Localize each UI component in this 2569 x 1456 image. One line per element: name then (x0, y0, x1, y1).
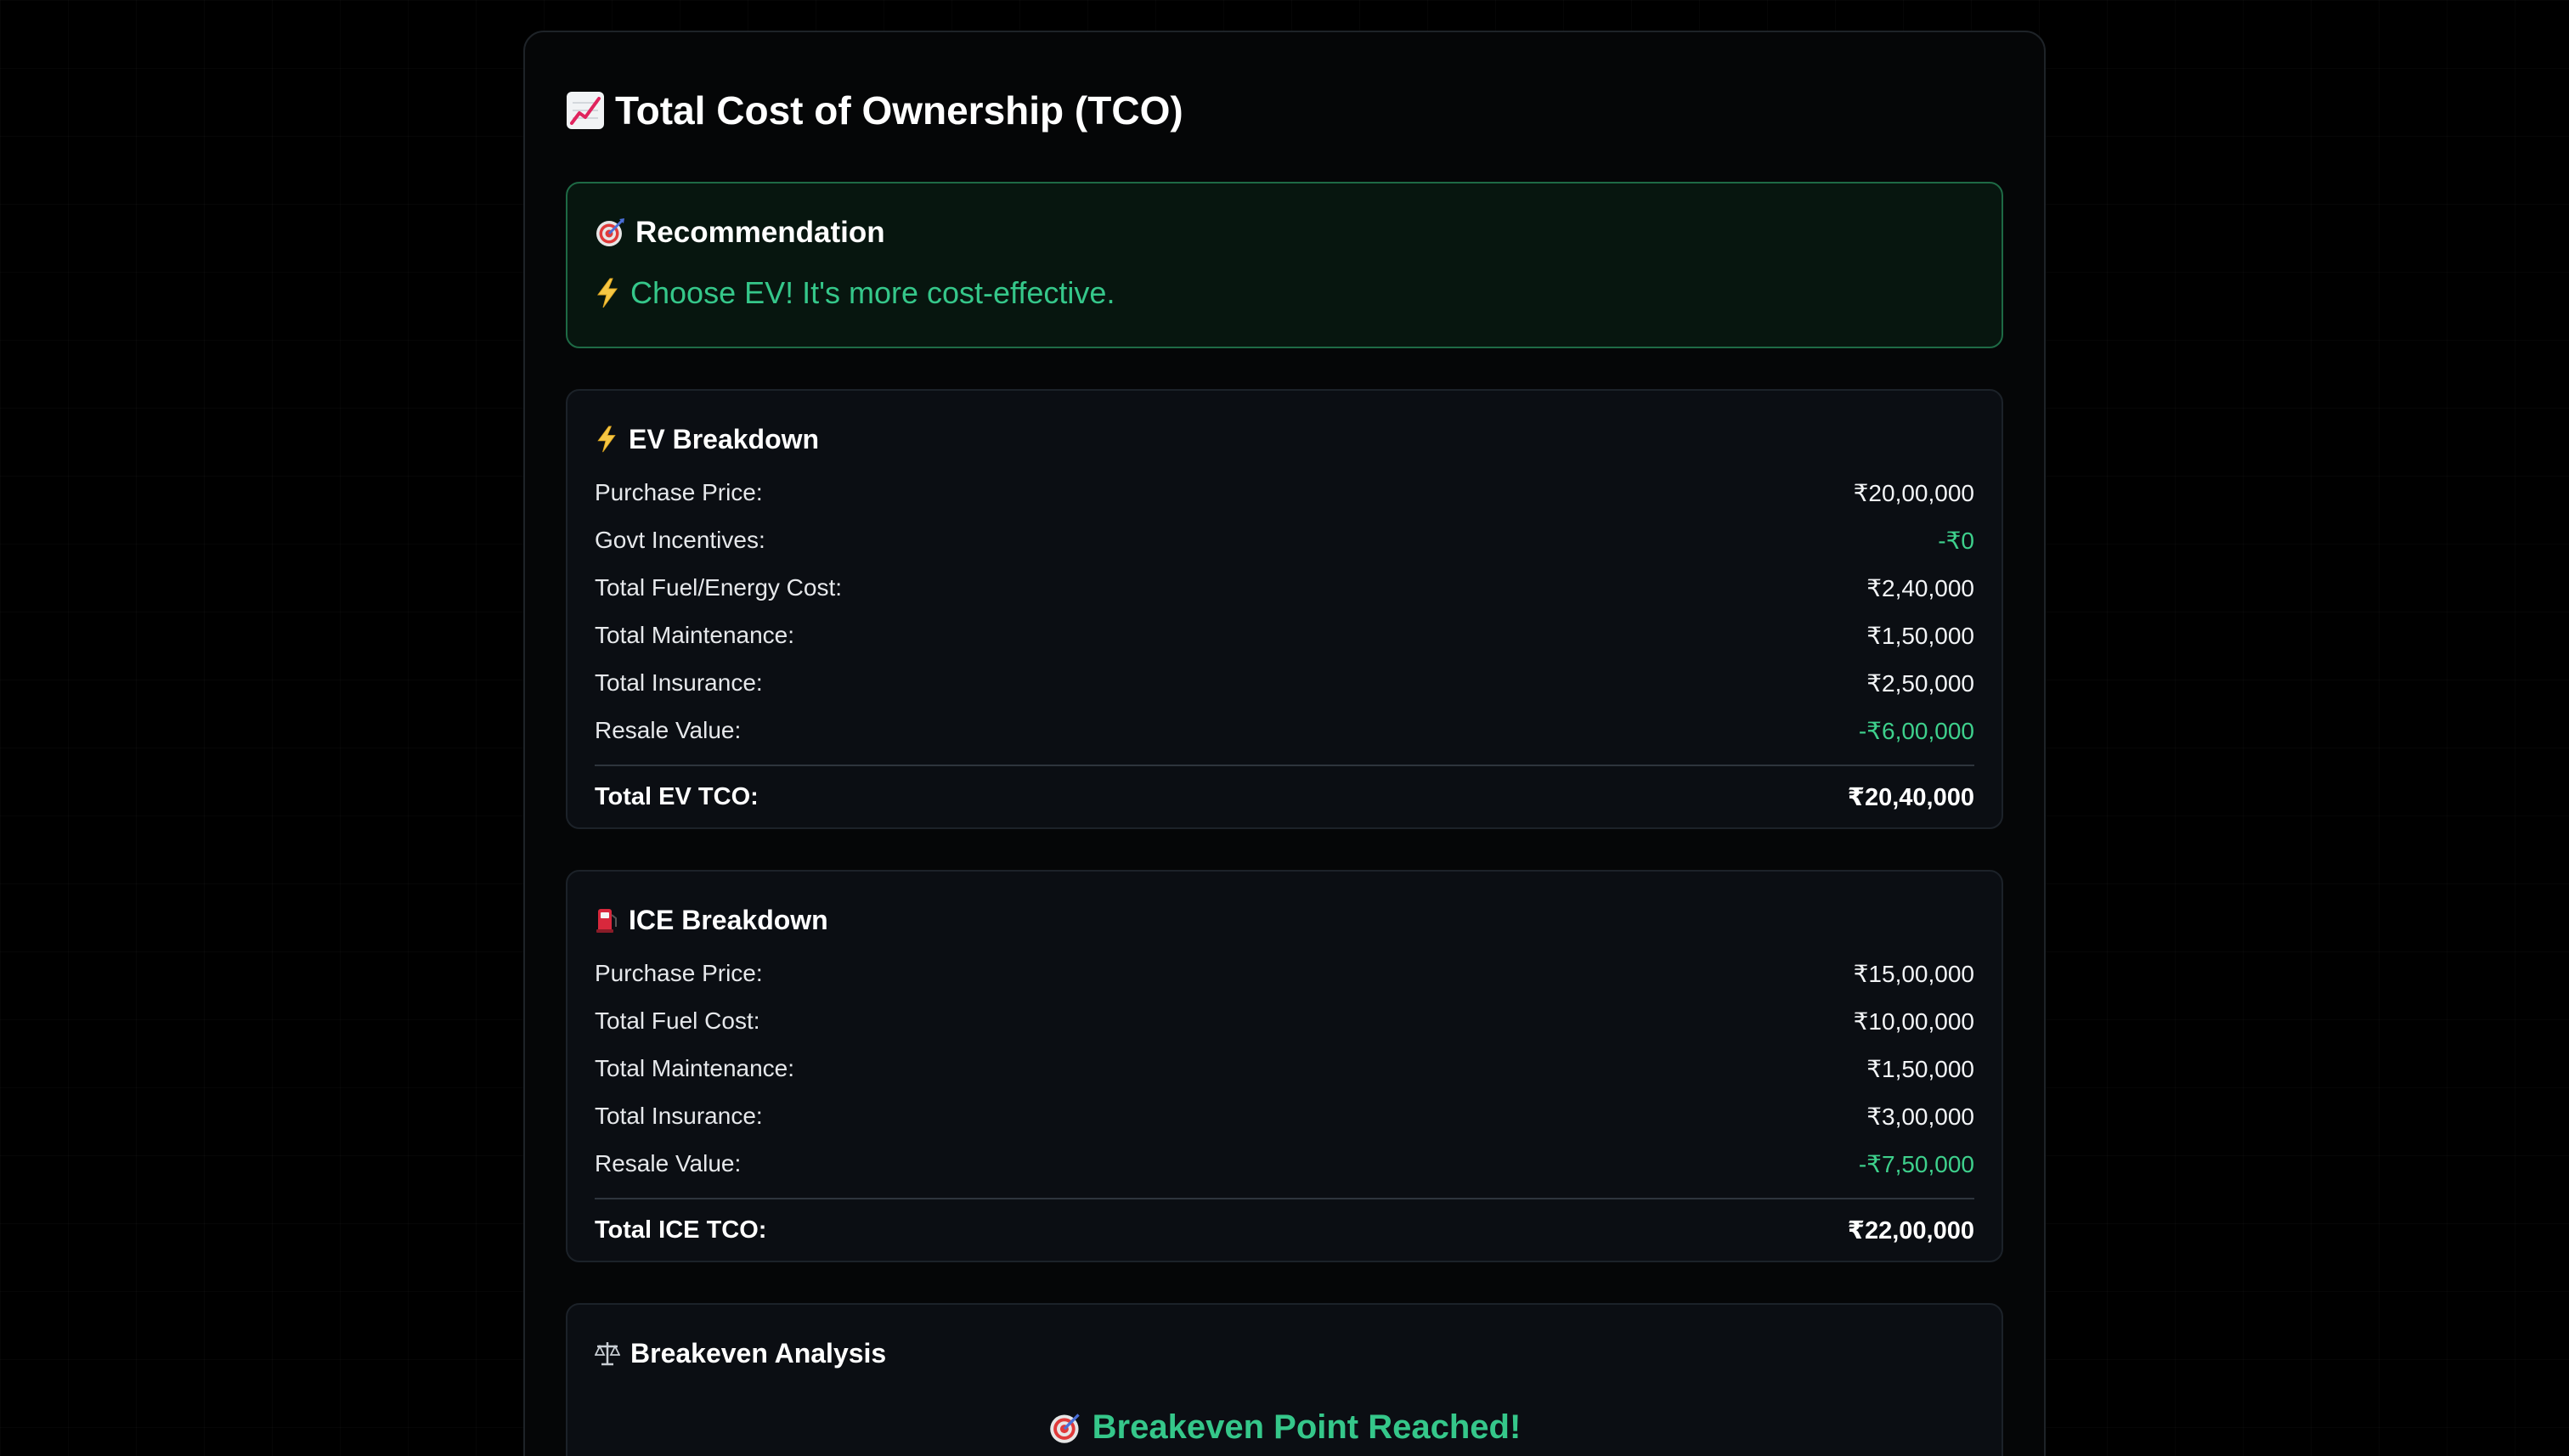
recommendation-panel: Recommendation Choose EV! It's more cost… (566, 182, 2003, 348)
ev-row-resale-value: Resale Value: -₹6,00,000 (595, 707, 1974, 754)
row-label: Total Insurance: (595, 1103, 763, 1129)
breakeven-message-text: Breakeven Point Reached! (1092, 1408, 1522, 1446)
ev-row-insurance: Total Insurance: ₹2,50,000 (595, 659, 1974, 707)
ice-row-insurance: Total Insurance: ₹3,00,000 (595, 1092, 1974, 1140)
row-label: Total Fuel Cost: (595, 1007, 760, 1034)
ev-row-maintenance: Total Maintenance: ₹1,50,000 (595, 612, 1974, 659)
recommendation-message: Choose EV! It's more cost-effective. (595, 272, 1974, 314)
row-value: ₹2,50,000 (1866, 669, 1974, 697)
ice-breakdown-section: ICE Breakdown Purchase Price: ₹15,00,000… (566, 870, 2003, 1262)
ev-rows: Purchase Price: ₹20,00,000 Govt Incentiv… (595, 469, 1974, 754)
row-label: Purchase Price: (595, 960, 763, 986)
row-label: Resale Value: (595, 1150, 742, 1177)
ice-row-purchase-price: Purchase Price: ₹15,00,000 (595, 950, 1974, 997)
recommendation-message-text: Choose EV! It's more cost-effective. (630, 275, 1115, 310)
ev-row-purchase-price: Purchase Price: ₹20,00,000 (595, 469, 1974, 516)
row-value: ₹2,40,000 (1866, 574, 1974, 601)
ev-total-row: Total EV TCO: ₹20,40,000 (595, 765, 1974, 827)
row-label: Total Fuel/Energy Cost: (595, 574, 843, 601)
row-value: ₹1,50,000 (1866, 1055, 1974, 1082)
page-title: Total Cost of Ownership (TCO) (566, 73, 2003, 148)
ev-breakdown-title: EV Breakdown (629, 423, 820, 454)
breakeven-message: Breakeven Point Reached! (595, 1408, 1974, 1447)
row-value: ₹1,50,000 (1866, 622, 1974, 649)
ev-total-label: Total EV TCO: (595, 782, 759, 810)
row-label: Govt Incentives: (595, 527, 765, 553)
row-value: -₹6,00,000 (1858, 717, 1974, 744)
ice-row-maintenance: Total Maintenance: ₹1,50,000 (595, 1045, 1974, 1092)
ice-row-resale-value: Resale Value: -₹7,50,000 (595, 1140, 1974, 1188)
ice-total-label: Total ICE TCO: (595, 1216, 767, 1244)
row-value: ₹10,00,000 (1853, 1007, 1974, 1035)
chart-increasing-icon (566, 91, 605, 130)
ice-breakdown-heading: ICE Breakdown (595, 900, 1974, 940)
row-value: ₹15,00,000 (1853, 960, 1974, 987)
row-label: Total Maintenance: (595, 1055, 795, 1081)
page-title-text: Total Cost of Ownership (TCO) (615, 88, 1183, 133)
ev-breakdown-section: EV Breakdown Purchase Price: ₹20,00,000 … (566, 389, 2003, 829)
ice-total-value: ₹22,00,000 (1847, 1216, 1974, 1244)
recommendation-heading-text: Recommendation (635, 216, 885, 249)
breakeven-title: Breakeven Analysis (630, 1337, 887, 1369)
tco-card: Total Cost of Ownership (TCO) Recommenda… (523, 31, 2046, 1456)
target-icon (1048, 1411, 1082, 1445)
row-value: -₹7,50,000 (1858, 1150, 1974, 1177)
ice-rows: Purchase Price: ₹15,00,000 Total Fuel Co… (595, 950, 1974, 1188)
row-value: ₹20,00,000 (1853, 479, 1974, 506)
ice-breakdown-title: ICE Breakdown (629, 904, 828, 935)
lightning-icon (595, 278, 620, 308)
target-icon (595, 217, 625, 248)
ice-total-row: Total ICE TCO: ₹22,00,000 (595, 1198, 1974, 1261)
page: Total Cost of Ownership (TCO) Recommenda… (0, 0, 2569, 1456)
ice-row-fuel-cost: Total Fuel Cost: ₹10,00,000 (595, 997, 1974, 1045)
fuel-pump-icon (595, 906, 618, 934)
breakeven-section: Breakeven Analysis Breakeven Point Reach… (566, 1303, 2003, 1456)
recommendation-heading: Recommendation (595, 212, 1974, 253)
ev-breakdown-heading: EV Breakdown (595, 420, 1974, 459)
balance-scale-icon (595, 1340, 620, 1367)
row-label: Total Maintenance: (595, 622, 795, 648)
lightning-icon (595, 426, 618, 453)
ev-row-energy-cost: Total Fuel/Energy Cost: ₹2,40,000 (595, 564, 1974, 612)
row-label: Resale Value: (595, 717, 742, 743)
row-value: -₹0 (1938, 527, 1974, 554)
ev-total-value: ₹20,40,000 (1847, 783, 1974, 811)
row-label: Total Insurance: (595, 669, 763, 696)
ev-row-govt-incentives: Govt Incentives: -₹0 (595, 516, 1974, 564)
row-value: ₹3,00,000 (1866, 1103, 1974, 1130)
breakeven-heading: Breakeven Analysis (595, 1334, 1974, 1373)
row-label: Purchase Price: (595, 479, 763, 505)
